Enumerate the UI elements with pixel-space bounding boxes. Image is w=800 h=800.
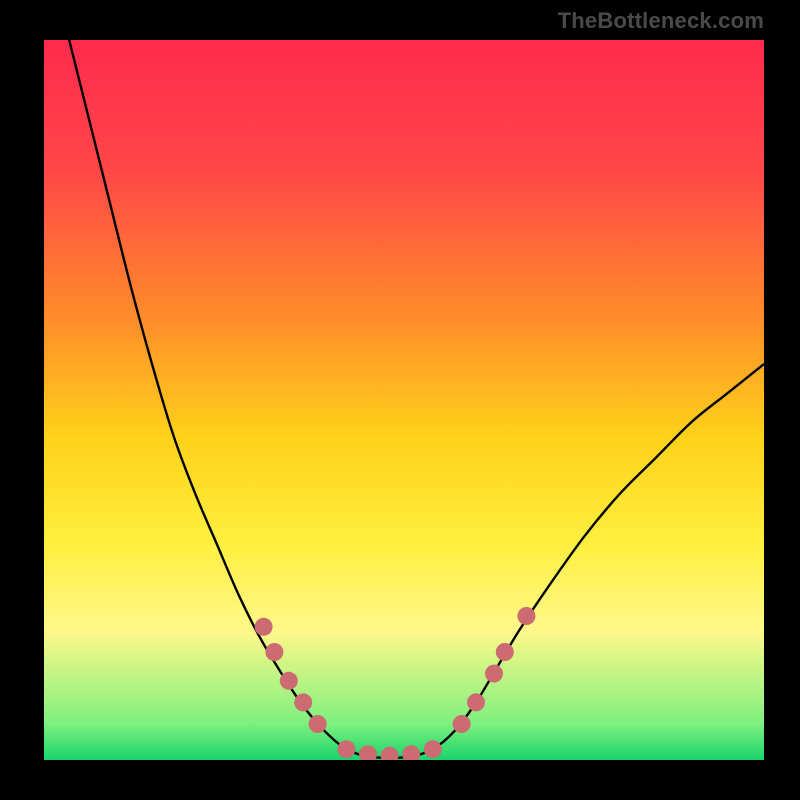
curve-marker <box>294 693 312 711</box>
curve-marker <box>453 715 471 733</box>
curve-marker <box>255 618 273 636</box>
curve-marker <box>467 693 485 711</box>
curve-marker <box>517 607 535 625</box>
plot-area <box>44 40 764 760</box>
curve-marker <box>309 715 327 733</box>
curve-marker <box>265 643 283 661</box>
chart-container: TheBottleneck.com <box>0 0 800 800</box>
curve-marker <box>337 740 355 758</box>
curve-marker <box>485 665 503 683</box>
curve-marker <box>280 672 298 690</box>
gradient-background <box>44 40 764 760</box>
curve-marker <box>424 740 442 758</box>
curve-marker <box>496 643 514 661</box>
watermark-text: TheBottleneck.com <box>558 8 764 34</box>
chart-svg <box>44 40 764 760</box>
